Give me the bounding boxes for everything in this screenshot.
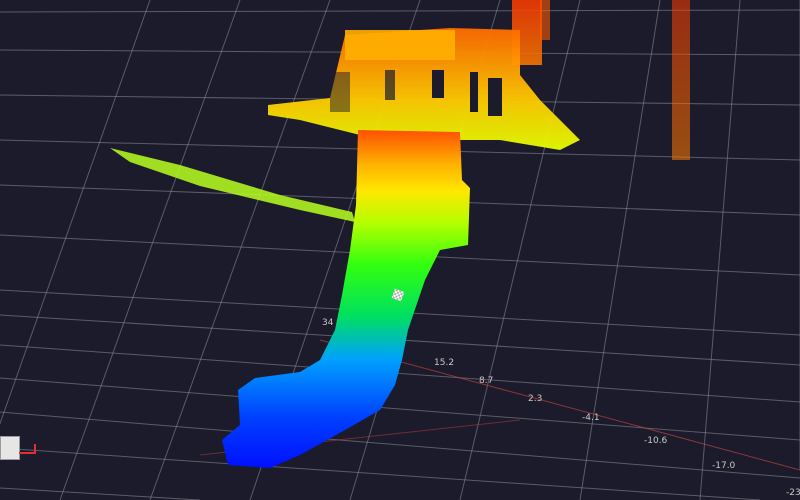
axis-tick-label: -23 <box>786 488 800 498</box>
axis-tick-label: 15.2 <box>434 358 455 368</box>
x-axis-indicator <box>19 452 35 454</box>
y-axis-indicator <box>34 444 36 454</box>
point-cloud-corridor <box>222 130 470 468</box>
axis-tick-label: -17.0 <box>712 461 736 471</box>
point-cloud-wall-strip <box>110 148 355 222</box>
axis-tick-label: 8.7 <box>479 376 494 386</box>
axis-tick-label: 2.3 <box>528 394 543 404</box>
point-cloud-scene[interactable] <box>0 0 800 500</box>
point-cloud-viewport[interactable]: 34 15.2 8.7 2.3 -4.1 -10.6 -17.0 -23 <box>0 0 800 500</box>
axis-tick-label: 34 <box>322 318 334 328</box>
axis-cube-icon[interactable] <box>0 436 20 460</box>
axis-tick-label: -10.6 <box>644 436 668 446</box>
axis-tick-label: -4.1 <box>582 413 600 423</box>
